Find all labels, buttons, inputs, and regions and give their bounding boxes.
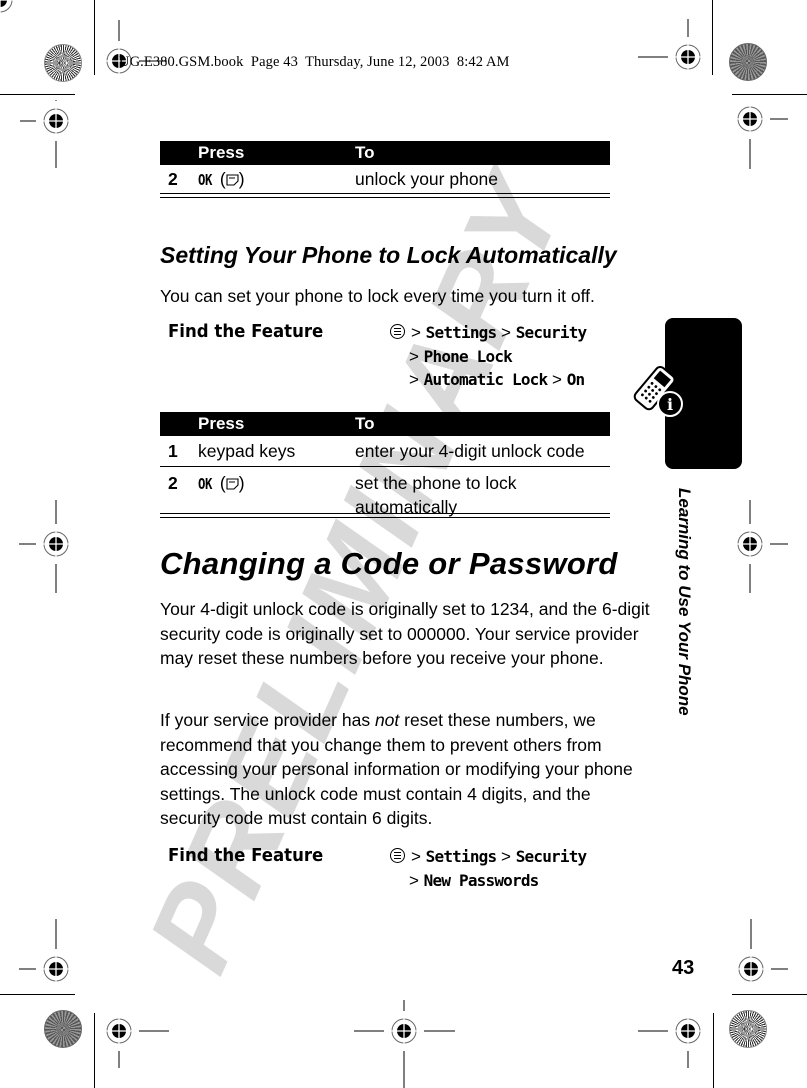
registration-target-icon <box>20 100 77 168</box>
ok-key-label: OK <box>198 170 212 189</box>
menu-key-icon <box>390 324 405 339</box>
section-heading-auto-lock: Setting Your Phone to Lock Automatically <box>160 242 617 268</box>
table-row: 1 keypad keys enter your 4-digit unlock … <box>160 436 610 467</box>
table-row: 2 OK () unlock your phone <box>160 165 610 194</box>
menu-item-security: Security <box>515 847 587 866</box>
top-press-table: Press To 2 OK () unlock your phone <box>160 141 610 198</box>
press-cell: OK () <box>198 471 355 513</box>
path-line: > Phone Lock <box>409 346 513 366</box>
table-header: Press To <box>160 412 610 436</box>
header-to: To <box>355 143 375 162</box>
soft-key-icon <box>226 478 239 490</box>
header-to: To <box>355 414 375 433</box>
registration-target-icon <box>638 19 709 78</box>
to-cell: set the phone to lock automatically <box>355 473 517 517</box>
phone-info-icon: i <box>633 366 683 417</box>
path-line: > New Passwords <box>409 870 540 890</box>
chapter-title: Learning to Use Your Phone <box>675 488 694 716</box>
auto-lock-intro: You can set your phone to lock every tim… <box>160 286 595 306</box>
to-cell: enter your 4-digit unlock code <box>355 440 585 461</box>
find-feature-path: > Settings > Security > New Passwords <box>390 845 587 892</box>
press-cell: keypad keys <box>198 440 296 461</box>
menu-item-automatic-lock: Automatic Lock <box>423 370 548 389</box>
registration-target-icon <box>729 500 788 593</box>
step-number: 2 <box>168 473 178 493</box>
registration-target-icon <box>730 919 788 990</box>
registration-target-icon <box>354 1000 455 1068</box>
menu-item-new-passwords: New Passwords <box>423 870 540 890</box>
path-line: > Settings > Security <box>390 845 587 869</box>
table-end-rule <box>160 194 610 198</box>
header-press: Press <box>198 143 245 162</box>
section-heading-change-code: Changing a Code or Password <box>160 546 618 581</box>
menu-item-settings: Settings <box>425 847 497 866</box>
soft-key-icon <box>226 173 239 186</box>
menu-item-phone-lock: Phone Lock <box>423 346 513 366</box>
print-slug: UG.E380.GSM.book Page 43 Thursday, June … <box>119 54 510 70</box>
para2-text: If your service provider has <box>160 710 375 730</box>
find-feature-label: Find the Feature <box>168 845 324 866</box>
change-code-paragraph-2: If your service provider has not reset t… <box>160 708 650 831</box>
to-cell: unlock your phone <box>355 168 499 189</box>
emphasis-not: not <box>374 710 400 730</box>
menu-item-settings: Settings <box>425 323 497 342</box>
menu-item-on: On <box>566 370 585 389</box>
path-line: > Settings > Security <box>390 321 587 345</box>
registration-target-icon <box>19 919 77 990</box>
registration-target-icon <box>98 1010 169 1068</box>
table-row: 2 OK () set the phone to lock automatica… <box>160 467 610 517</box>
registration-target-icon <box>98 20 167 82</box>
header-press: Press <box>198 414 245 433</box>
registration-target-icon <box>638 1010 709 1068</box>
registration-target-icon <box>729 98 788 169</box>
svg-text:i: i <box>667 395 673 414</box>
step-number: 1 <box>168 440 178 461</box>
change-code-paragraph-1: Your 4-digit unlock code is originally s… <box>160 599 650 668</box>
page-number: 43 <box>672 957 695 979</box>
menu-key-icon <box>390 848 405 863</box>
find-feature-path: > Settings > Security > Phone Lock > Aut… <box>390 321 587 392</box>
press-cell: OK () <box>198 168 245 189</box>
step-number: 2 <box>168 168 178 189</box>
table-header: Press To <box>160 141 610 165</box>
auto-lock-press-table: Press To 1 keypad keys enter your 4-digi… <box>160 412 610 518</box>
menu-item-security: Security <box>515 323 587 342</box>
ok-key-label: OK <box>198 475 212 493</box>
path-line: > Automatic Lock > On <box>409 370 585 389</box>
find-feature-label: Find the Feature <box>168 321 324 342</box>
registration-target-icon <box>19 500 77 593</box>
